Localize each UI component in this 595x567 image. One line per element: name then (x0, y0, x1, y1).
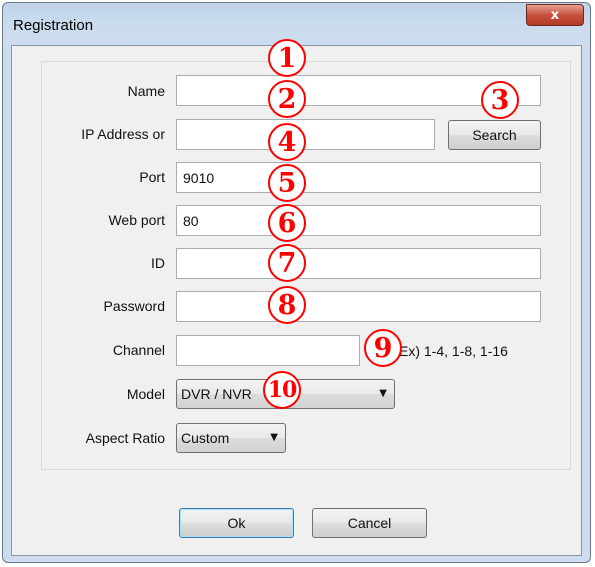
web-port-label: Web port (108, 212, 165, 228)
callout-marker-6: 6 (268, 204, 306, 242)
ok-button-label: Ok (227, 515, 246, 531)
callout-marker-5: 5 (268, 164, 306, 202)
search-button[interactable]: Search (448, 120, 541, 150)
id-label: ID (151, 255, 165, 271)
dropdown-arrow-icon: ▼ (379, 388, 387, 399)
search-button-label: Search (472, 127, 517, 143)
channel-label: Channel (112, 342, 165, 358)
id-input[interactable] (176, 248, 541, 279)
dialog-client-area: Name IP Address or Search Port 9010 Web … (11, 39, 582, 556)
cancel-button[interactable]: Cancel (312, 508, 427, 538)
callout-marker-4: 4 (268, 123, 306, 161)
close-button[interactable]: x (526, 4, 584, 26)
name-label: Name (127, 83, 165, 99)
title-bar[interactable]: Registration x (3, 3, 590, 45)
callout-marker-7: 7 (268, 244, 306, 282)
callout-marker-2: 2 (268, 80, 306, 118)
ip-address-label: IP Address or (81, 126, 165, 142)
registration-dialog: Registration x Name IP Address or Search… (2, 2, 591, 563)
web-port-input[interactable]: 80 (176, 205, 541, 236)
dropdown-arrow-icon: ▼ (270, 432, 278, 443)
callout-marker-1: 1 (268, 39, 306, 77)
model-label: Model (126, 386, 165, 402)
ok-button[interactable]: Ok (179, 508, 294, 538)
aspect-ratio-selected-value: Custom (181, 430, 230, 446)
aspect-ratio-label: Aspect Ratio (85, 430, 165, 446)
window-title: Registration (13, 17, 94, 34)
channel-hint: Ex) 1-4, 1-8, 1-16 (399, 343, 508, 359)
model-selected-value: DVR / NVR (181, 386, 252, 402)
callout-marker-9: 9 (364, 329, 402, 367)
password-label: Password (103, 298, 165, 314)
aspect-ratio-select[interactable]: Custom ▼ (176, 423, 286, 453)
port-label: Port (139, 169, 165, 185)
port-input[interactable]: 9010 (176, 162, 541, 193)
callout-marker-10: 10 (263, 371, 301, 409)
callout-marker-8: 8 (268, 286, 306, 324)
channel-input[interactable] (176, 335, 360, 366)
cancel-button-label: Cancel (347, 515, 392, 531)
password-input[interactable] (176, 291, 541, 322)
close-icon: x (550, 7, 560, 23)
callout-marker-3: 3 (481, 81, 519, 119)
